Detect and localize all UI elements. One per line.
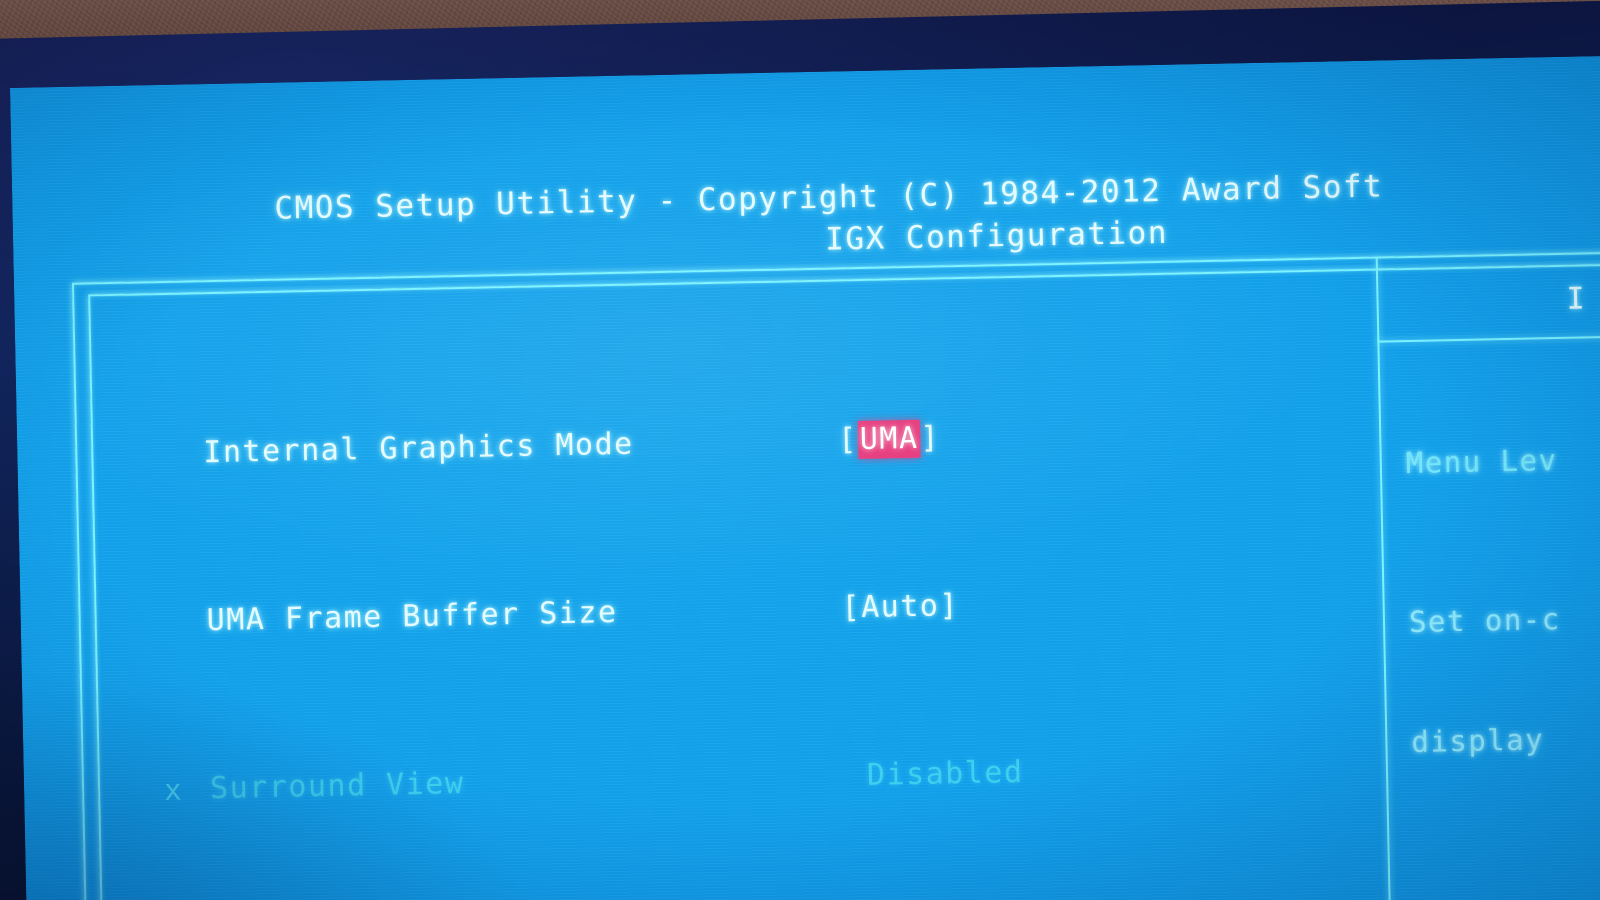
value-bracket-open: [: [837, 422, 859, 458]
value-text[interactable]: Auto: [861, 588, 940, 625]
setting-label: Surround View: [209, 766, 465, 807]
setting-value: Disabled: [845, 752, 1024, 798]
row-marker: [157, 432, 203, 433]
value-text: Disabled: [866, 754, 1024, 793]
value-bracket-close: ]: [939, 588, 960, 624]
row-marker-disabled: x: [163, 772, 184, 808]
settings-list: Internal Graphics Mode [UMA] UMA Frame B…: [154, 283, 1367, 900]
photograph-of-monitor: CMOS Setup Utility - Copyright (C) 1984-…: [0, 0, 1600, 900]
value-bracket-open: [: [841, 590, 862, 626]
setting-value[interactable]: [UMA]: [838, 417, 941, 461]
help-description-line-1: Set on-c: [1408, 601, 1561, 640]
setting-label: UMA Frame Buffer Size: [206, 594, 618, 639]
help-panel-title: I: [1566, 281, 1587, 317]
value-bracket-close: ]: [920, 420, 941, 456]
bios-setup-utility: CMOS Setup Utility - Copyright (C) 1984-…: [10, 55, 1600, 900]
help-description-line-2: display: [1411, 722, 1545, 760]
selected-value-highlight[interactable]: UMA: [857, 419, 921, 460]
page-subtitle: IGX Configuration: [824, 214, 1169, 258]
setting-row-surround-view: x Surround View Disabled: [164, 745, 1355, 811]
help-description: Set on-c display: [1407, 519, 1565, 842]
setting-value[interactable]: [Auto]: [841, 585, 959, 629]
help-menu-level: Menu Lev: [1405, 443, 1558, 481]
crt-screen: CMOS Setup Utility - Copyright (C) 1984-…: [10, 55, 1600, 900]
row-marker: [160, 600, 206, 601]
setting-row-internal-graphics-mode[interactable]: Internal Graphics Mode [UMA]: [157, 409, 1348, 475]
setting-row-uma-frame-buffer-size[interactable]: UMA Frame Buffer Size [Auto]: [160, 577, 1351, 643]
setting-label: Internal Graphics Mode: [203, 426, 634, 471]
